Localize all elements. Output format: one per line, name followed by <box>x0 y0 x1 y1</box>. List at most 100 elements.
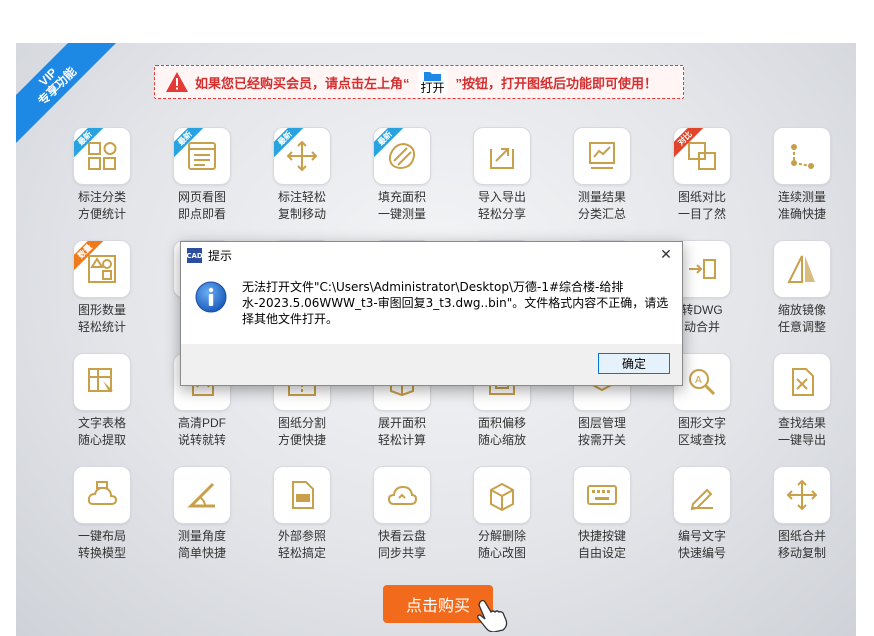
feature-caption: 标注轻松 复制移动 <box>278 189 326 223</box>
feature-tile[interactable]: 最新 <box>373 127 431 185</box>
feature-caption: 分解删除 随心改图 <box>478 528 526 562</box>
compare-icon <box>688 142 716 170</box>
feature-caption-line1: 展开面积 <box>377 416 426 430</box>
open-hint-chip: 打开 <box>417 69 448 95</box>
feature-tile[interactable]: 最新 <box>173 127 231 185</box>
feature-tile[interactable]: 最新 <box>273 127 331 185</box>
feature-tile[interactable]: 对比 <box>673 127 731 185</box>
feature-item[interactable]: 导入导出 轻松分享 <box>452 127 552 240</box>
feature-caption-line2: 说转就转 <box>177 433 226 447</box>
feature-tile[interactable]: 数量 <box>73 240 131 298</box>
ok-button[interactable]: 确定 <box>598 353 670 374</box>
feature-tile[interactable]: 最新 <box>73 127 131 185</box>
feature-item[interactable]: 分解删除 随心改图 <box>452 466 552 579</box>
feature-caption: 测量角度 简单快捷 <box>178 528 226 562</box>
feature-tile[interactable] <box>773 240 831 298</box>
purchase-notice: 如果您已经购买会员，请点击左上角“ 打开 ”按钮，打开图纸后功能即可使用！ <box>154 65 684 99</box>
feature-item[interactable]: 连续测量 准确快捷 <box>752 127 852 240</box>
feature-caption: 查找结果 一键导出 <box>778 415 826 449</box>
notice-text-after: ”按钮，打开图纸后功能即可使用！ <box>455 75 658 91</box>
feature-caption-line1: 标注分类 <box>77 190 126 204</box>
dialog-titlebar[interactable]: CAD 提示 <box>181 242 682 269</box>
feature-tile[interactable] <box>573 127 631 185</box>
feature-caption: 图纸分割 方便快捷 <box>278 415 326 449</box>
info-icon <box>195 281 227 313</box>
feature-tile[interactable] <box>473 466 531 524</box>
feature-caption-line1: 查找结果 <box>777 416 826 430</box>
feature-caption-line2: 随心缩放 <box>477 433 526 447</box>
open-hint-label: 打开 <box>420 80 445 95</box>
feature-item[interactable]: 查找结果 一键导出 <box>752 353 852 466</box>
mirror-scale-icon <box>787 255 815 283</box>
feature-tile[interactable] <box>773 127 831 185</box>
xref-dwg-icon <box>292 481 314 509</box>
close-icon[interactable]: ✕ <box>654 244 678 266</box>
feature-tile[interactable] <box>773 353 831 411</box>
dialog-message: 无法打开文件"C:\Users\Administrator\Desktop\万德… <box>242 280 669 326</box>
feature-caption-line1: 图层管理 <box>577 416 626 430</box>
feature-tile[interactable] <box>373 466 431 524</box>
feature-caption: 快看云盘 同步共享 <box>378 528 426 562</box>
feature-tile[interactable] <box>73 466 131 524</box>
text-search-icon: A <box>689 369 716 396</box>
feature-item[interactable]: 最新 网页看图 即点即看 <box>152 127 252 240</box>
feature-item[interactable]: 测量角度 简单快捷 <box>152 466 252 579</box>
merge-move-icon <box>786 479 818 511</box>
feature-tile[interactable] <box>573 466 631 524</box>
feature-caption: 图形文字 区域查找 <box>678 415 726 449</box>
feature-item[interactable]: 编号文字 快速编号 <box>652 466 752 579</box>
continuous-measure-icon <box>791 144 814 169</box>
feature-caption-line1: 分解删除 <box>477 529 526 543</box>
feature-tile[interactable] <box>73 353 131 411</box>
feature-caption-line1: 一键布局 <box>77 529 126 543</box>
feature-caption-line1: 连续测量 <box>777 190 826 204</box>
feature-caption-line1: 编号文字 <box>677 529 726 543</box>
notice-text-before: 如果您已经购买会员，请点击左上角“ <box>195 75 410 91</box>
feature-item[interactable]: 一键布局 转换模型 <box>52 466 152 579</box>
warning-icon <box>166 72 188 92</box>
feature-item[interactable]: 测量结果 分类汇总 <box>552 127 652 240</box>
feature-item[interactable]: 最新 标注分类 方便统计 <box>52 127 152 240</box>
feature-caption-line2: 简单快捷 <box>177 546 226 560</box>
feature-caption-line1: 转DWG <box>681 303 723 317</box>
feature-item[interactable]: 文字表格 随心提取 <box>52 353 152 466</box>
dialog-title: 提示 <box>208 249 233 263</box>
feature-tile[interactable] <box>773 466 831 524</box>
feature-item[interactable]: 最新填充面积 一键测量 <box>352 127 452 240</box>
feature-caption-line1: 图纸对比 <box>677 190 726 204</box>
feature-caption-line2: 随心改图 <box>477 546 526 560</box>
import-export-icon <box>490 148 514 169</box>
feature-tile[interactable] <box>673 466 731 524</box>
feature-item[interactable]: 快捷按键 自由设定 <box>552 466 652 579</box>
feature-caption-line1: 快看云盘 <box>377 529 426 543</box>
feature-caption-line2: 快速编号 <box>677 546 726 560</box>
feature-item[interactable]: 最新标注轻松 复制移动 <box>252 127 352 240</box>
app-icon: CAD <box>186 248 203 263</box>
feature-caption-line2: 随心提取 <box>77 433 126 447</box>
export-result-icon <box>792 368 814 396</box>
webpage-icon <box>188 142 216 170</box>
feature-caption: 填充面积 一键测量 <box>378 189 426 223</box>
feature-tile[interactable] <box>473 127 531 185</box>
feature-caption-line1: 标注轻松 <box>277 190 326 204</box>
feature-item[interactable]: 数量 图形数量 轻松统计 <box>52 240 152 353</box>
feature-item[interactable]: 外部参照 轻松搞定 <box>252 466 352 579</box>
feature-caption-line2: 移动复制 <box>777 546 826 560</box>
feature-item[interactable]: 快看云盘 同步共享 <box>352 466 452 579</box>
feature-caption-line2: 方便快捷 <box>277 433 326 447</box>
feature-item[interactable]: 图纸合并 移动复制 <box>752 466 852 579</box>
convert-dwg-icon <box>689 259 716 279</box>
feature-caption: 文字表格 随心提取 <box>78 415 126 449</box>
feature-item[interactable]: 缩放镜像 任意调整 <box>752 240 852 353</box>
feature-caption: 转DWG 动合并 <box>681 302 722 336</box>
feature-caption: 图纸合并 移动复制 <box>778 528 826 562</box>
dialog-body: 无法打开文件"C:\Users\Administrator\Desktop\万德… <box>181 269 682 344</box>
feature-caption-line2: 即点即看 <box>177 207 226 221</box>
feature-tile[interactable] <box>273 466 331 524</box>
feature-caption-line1: 图纸分割 <box>277 416 326 430</box>
feature-tile[interactable] <box>173 466 231 524</box>
feature-caption: 高清PDF 说转就转 <box>178 415 226 449</box>
feature-item[interactable]: 对比 图纸对比 一目了然 <box>652 127 752 240</box>
feature-caption-line2: 区域查找 <box>677 433 726 447</box>
feature-caption: 展开面积 轻松计算 <box>378 415 426 449</box>
